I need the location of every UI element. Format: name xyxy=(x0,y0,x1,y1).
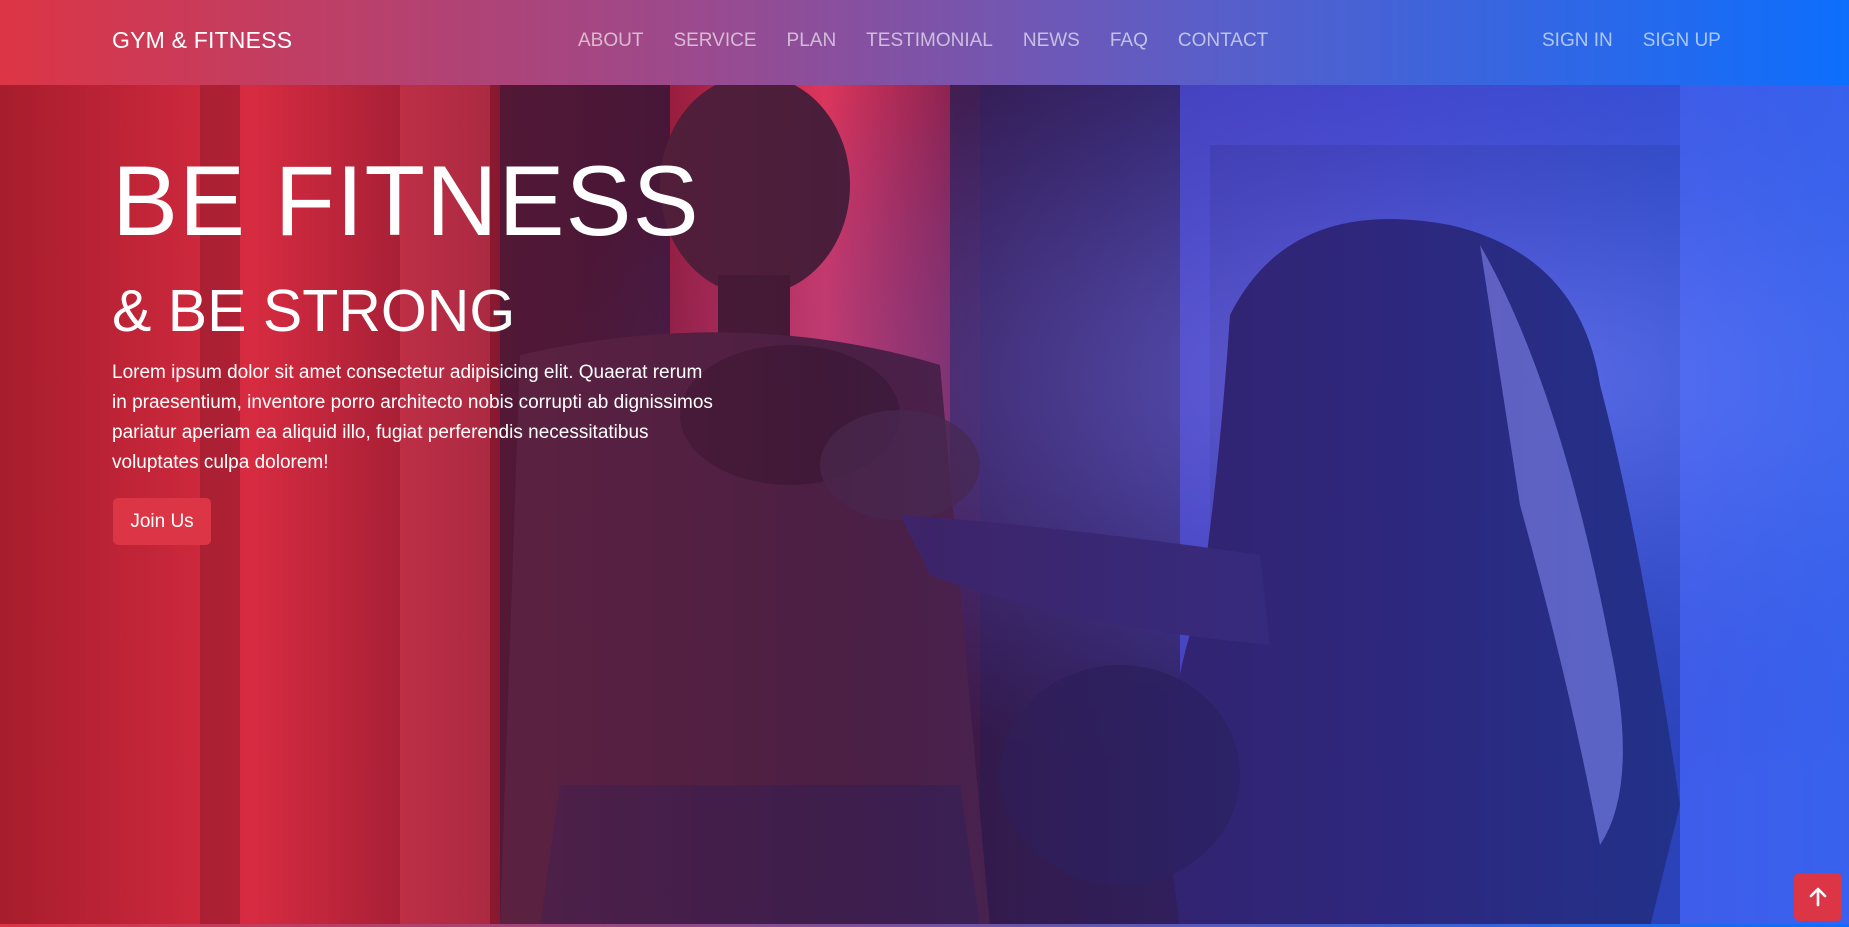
nav-link-testimonial[interactable]: TESTIMONIAL xyxy=(866,30,993,52)
nav-links: ABOUT SERVICE PLAN TESTIMONIAL NEWS FAQ … xyxy=(578,30,1268,52)
nav-link-service[interactable]: SERVICE xyxy=(673,30,756,52)
hero-section: BE FITNESS & BE STRONG Lorem ipsum dolor… xyxy=(0,85,1849,927)
nav-link-news[interactable]: NEWS xyxy=(1023,30,1080,52)
hero-title: BE FITNESS xyxy=(112,145,700,256)
hero-description: Lorem ipsum dolor sit amet consectetur a… xyxy=(112,362,713,473)
nav-link-contact[interactable]: CONTACT xyxy=(1178,30,1268,52)
sign-up-link[interactable]: SIGN UP xyxy=(1643,30,1721,52)
auth-links: SIGN IN SIGN UP xyxy=(1542,30,1721,52)
arrow-up-icon xyxy=(1809,887,1827,907)
join-us-button[interactable]: Join Us xyxy=(113,498,211,545)
navbar: GYM & FITNESS ABOUT SERVICE PLAN TESTIMO… xyxy=(0,0,1849,85)
back-to-top-button[interactable] xyxy=(1794,873,1842,921)
nav-link-plan[interactable]: PLAN xyxy=(787,30,837,52)
sign-in-link[interactable]: SIGN IN xyxy=(1542,30,1613,52)
hero-subtitle: & BE STRONG xyxy=(112,278,516,344)
nav-link-about[interactable]: ABOUT xyxy=(578,30,643,52)
nav-link-faq[interactable]: FAQ xyxy=(1110,30,1148,52)
brand-logo[interactable]: GYM & FITNESS xyxy=(112,27,292,54)
